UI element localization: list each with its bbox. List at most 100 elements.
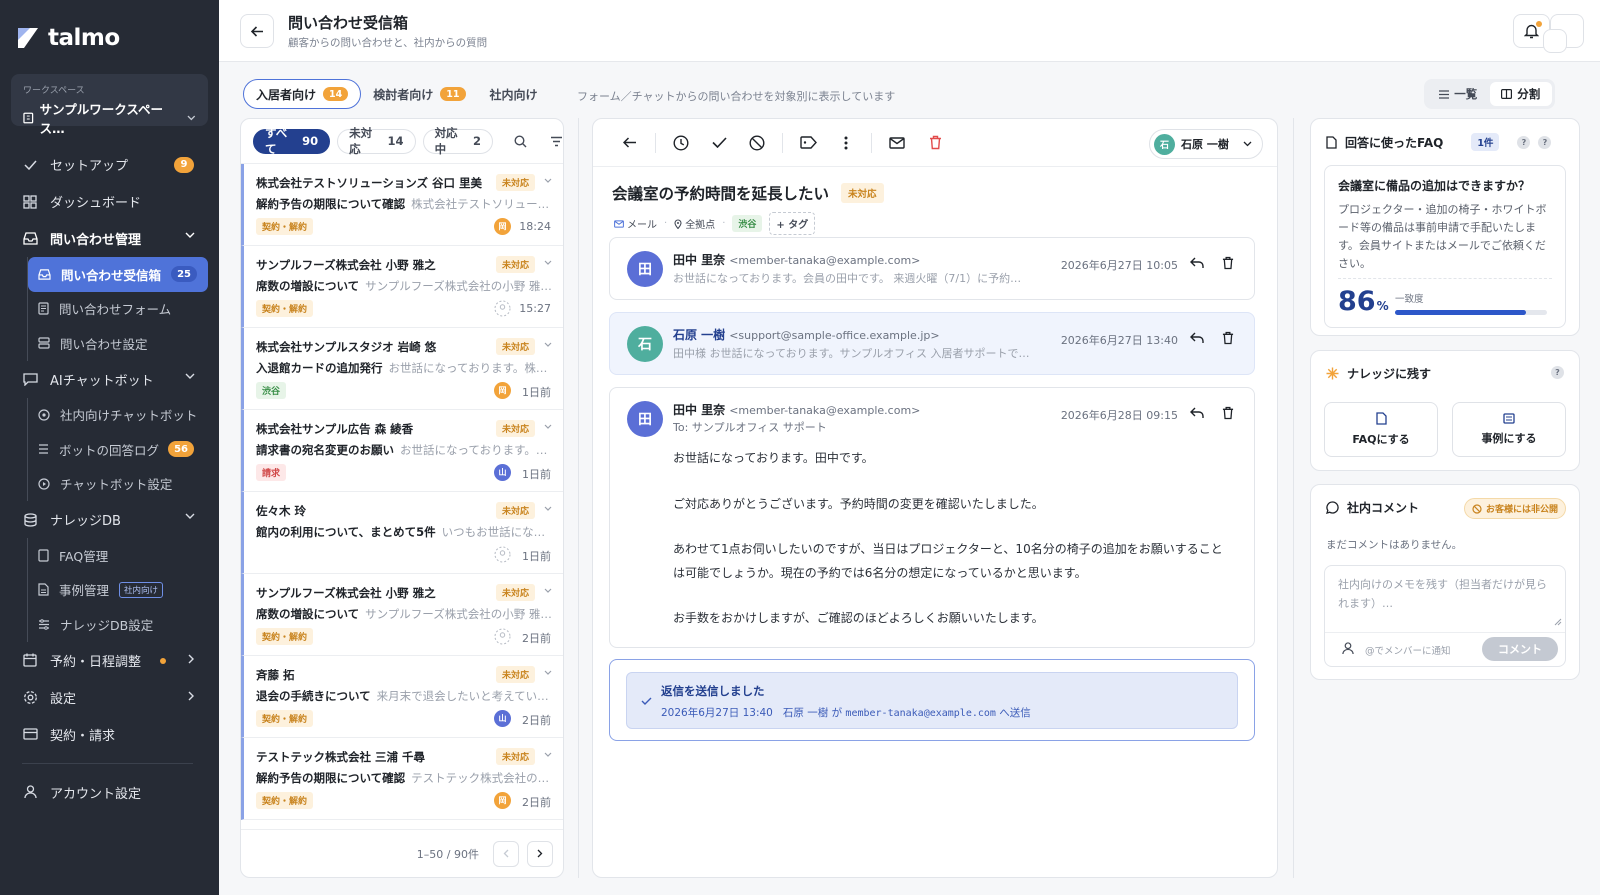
- resolve-button[interactable]: [700, 137, 738, 148]
- filter-button[interactable]: [550, 136, 563, 147]
- list-resize-handle[interactable]: [578, 118, 579, 878]
- chevron-down-icon[interactable]: [544, 342, 552, 347]
- user-icon[interactable]: [1342, 642, 1354, 655]
- make-faq-button[interactable]: FAQにする: [1324, 402, 1438, 457]
- nav-billing[interactable]: 契約・請求: [0, 716, 219, 753]
- comment-card-title: 社内コメント: [1347, 501, 1420, 515]
- faq-entry[interactable]: 会議室に備品の追加はできますか？ プロジェクター・追加の椅子・ホワイトボード等の…: [1324, 165, 1566, 328]
- resize-grip-icon[interactable]: [1554, 618, 1562, 626]
- notification-dot: [1536, 21, 1542, 27]
- item-preview: 来月末で退会したいと考えてい…: [376, 689, 549, 703]
- nav-setup[interactable]: セットアップ 9: [0, 146, 219, 183]
- chevron-down-icon[interactable]: [544, 752, 552, 757]
- tab-tenants[interactable]: 入居者向け 14: [243, 79, 362, 109]
- sidebar-item-chatbot-settings[interactable]: チャットボット設定: [28, 467, 219, 502]
- nav-account[interactable]: アカウント設定: [0, 774, 219, 811]
- list-item[interactable]: サンプルフーズ株式会社 小野 雅之 席数の増設について サンプルフーズ株式会社の小…: [241, 574, 563, 656]
- back-button[interactable]: [240, 14, 274, 48]
- help-icon[interactable]: ?: [1517, 135, 1531, 149]
- setup-badge: 9: [174, 156, 194, 173]
- comment-input[interactable]: 社内向けのメモを残す（担当者だけが見られます）…: [1338, 575, 1553, 613]
- list-item[interactable]: 株式会社テストソリューションズ 谷口 里美 解約予告の期限について確認 株式会社テ…: [241, 164, 563, 246]
- make-case-button[interactable]: 事例にする: [1452, 402, 1566, 457]
- list-item[interactable]: 佐々木 玲 館内の利用について、まとめて5件 いつもお世話にな… 未対応 1日前: [241, 492, 563, 574]
- filter-label: 対応中: [434, 126, 458, 156]
- status-badge[interactable]: 未対応: [841, 183, 884, 203]
- sidebar-item-knowledge-settings[interactable]: ナレッジDB設定: [28, 607, 219, 642]
- tab-prospects[interactable]: 検討者向け 11: [361, 79, 477, 109]
- back-to-list-button[interactable]: [611, 137, 649, 148]
- body-paragraph: あわせて1点お伺いしたいのですが、当日はプロジェクターと、10名分の椅子の追加を…: [673, 542, 1223, 556]
- sidebar-item-inbox[interactable]: 問い合わせ受信箱 25: [28, 257, 208, 292]
- check-icon: [23, 160, 37, 170]
- nav-knowledge[interactable]: ナレッジDB: [0, 501, 219, 538]
- detail-resize-handle[interactable]: [1293, 118, 1294, 878]
- sidebar-item-bot-log[interactable]: ボットの回答ログ 56: [28, 432, 219, 467]
- view-list-button[interactable]: 一覧: [1427, 82, 1490, 106]
- message-date: 2026年6月27日 10:05: [1060, 259, 1178, 272]
- tag-icon: [799, 136, 817, 149]
- delete-message-button[interactable]: [1222, 406, 1234, 420]
- sidebar-item-cases[interactable]: 事例管理 社内向け: [28, 573, 219, 608]
- reply-button[interactable]: [1190, 332, 1204, 344]
- comment-submit-button[interactable]: コメント: [1482, 637, 1558, 661]
- help-icon[interactable]: ?: [1551, 366, 1564, 379]
- search-button[interactable]: [514, 134, 527, 148]
- body-paragraph: は可能でしょうか。現在の予約では6名分の想定になっているかと思います。: [673, 565, 1087, 580]
- list-item[interactable]: 株式会社サンプル広告 森 綾香 請求書の宛名変更のお願い お世話になっております。…: [241, 410, 563, 492]
- nav-booking[interactable]: 予約・日程調整: [0, 642, 219, 679]
- status-badge: 未対応: [495, 502, 535, 519]
- nav-settings[interactable]: 設定: [0, 679, 219, 716]
- filter-in-progress[interactable]: 対応中 2: [422, 126, 493, 156]
- nav-inquiry[interactable]: 問い合わせ管理: [0, 220, 219, 257]
- label-button[interactable]: [789, 136, 827, 149]
- nav-dashboard[interactable]: ダッシュボード: [0, 183, 219, 220]
- list-item[interactable]: サンプルフーズ株式会社 小野 雅之 席数の増設について サンプルフーズ株式会社の小…: [241, 246, 563, 328]
- filter-all[interactable]: すべて 90: [253, 126, 331, 156]
- sidebar-item-internal-chatbot[interactable]: 社内向けチャットボット: [28, 398, 219, 433]
- filter-unhandled[interactable]: 未対応 14: [337, 126, 416, 156]
- list-item[interactable]: テストテック株式会社 三浦 千尋 解約予告の期限について確認 テストテック株式会社…: [241, 738, 563, 820]
- list-item[interactable]: 斉藤 拓 退会の手続きについて 来月末で退会したいと考えてい… 未対応 契約・解約…: [241, 656, 563, 738]
- location-chip[interactable]: 全拠点: [674, 216, 715, 231]
- snooze-button[interactable]: [662, 134, 700, 151]
- user-avatar-button[interactable]: 石: [1543, 14, 1584, 53]
- item-time: 1日前: [522, 550, 551, 563]
- workspace-switcher[interactable]: ワークスペース サンプルワークスペース…: [11, 74, 208, 136]
- help-icon[interactable]: ?: [1538, 135, 1552, 149]
- chevron-down-icon[interactable]: [544, 260, 552, 265]
- delete-message-button[interactable]: [1222, 256, 1234, 270]
- delete-message-button[interactable]: [1222, 331, 1234, 345]
- chevron-down-icon[interactable]: [544, 588, 552, 593]
- chevron-down-icon[interactable]: [544, 670, 552, 675]
- chevron-left-icon: [503, 849, 509, 858]
- more-button[interactable]: [827, 136, 865, 150]
- message-collapsed[interactable]: 田 田中 里奈 <member-tanaka@example.com> お世話にな…: [609, 237, 1255, 300]
- mark-unread-button[interactable]: [878, 136, 916, 149]
- chevron-down-icon[interactable]: [544, 506, 552, 511]
- nav-chatbot[interactable]: AIチャットボット: [0, 361, 219, 398]
- assignee-selector[interactable]: 石 石原 一樹: [1149, 129, 1263, 159]
- match-value: 86: [1338, 286, 1376, 317]
- chevron-down-icon[interactable]: [544, 424, 552, 429]
- app-logo[interactable]: talmo: [0, 0, 219, 58]
- next-page-button[interactable]: [527, 840, 553, 867]
- sidebar-item-inquiry-form[interactable]: 問い合わせフォーム: [28, 292, 219, 327]
- item-sender: サンプルフーズ株式会社 小野 雅之: [256, 258, 436, 272]
- list-item[interactable]: 株式会社サンプルスタジオ 岩崎 悠 入退館カードの追加発行 お世話になっております…: [241, 328, 563, 410]
- chevron-down-icon[interactable]: [544, 178, 552, 183]
- prev-page-button[interactable]: [493, 840, 519, 867]
- sidebar-item-inquiry-settings[interactable]: 問い合わせ設定: [28, 326, 219, 361]
- ignore-button[interactable]: [738, 134, 776, 151]
- view-split-button[interactable]: 分割: [1489, 82, 1552, 106]
- make-faq-label: FAQにする: [1352, 433, 1410, 446]
- add-tag-button[interactable]: + タグ: [769, 212, 816, 235]
- sidebar-item-faq[interactable]: FAQ管理: [28, 538, 219, 573]
- delete-button[interactable]: [916, 135, 954, 150]
- message-collapsed[interactable]: 石 石原 一樹 <support@sample-office.example.jp…: [609, 312, 1255, 375]
- tab-internal[interactable]: 社内向け: [478, 79, 550, 109]
- match-label: 一致度: [1395, 294, 1424, 305]
- reply-button[interactable]: [1190, 257, 1204, 269]
- reply-button[interactable]: [1190, 407, 1204, 419]
- toolbar-divider: [782, 132, 783, 153]
